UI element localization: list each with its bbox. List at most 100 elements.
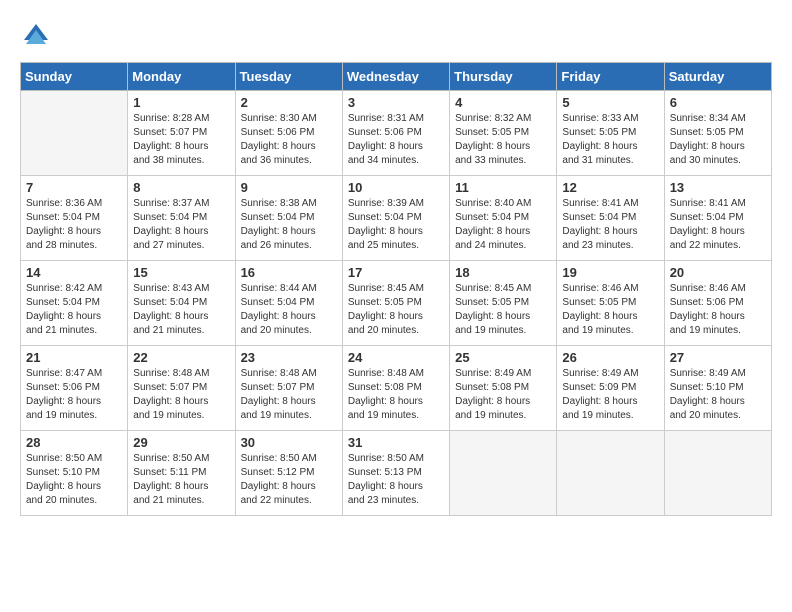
- day-info: Sunrise: 8:42 AM Sunset: 5:04 PM Dayligh…: [26, 282, 122, 338]
- week-row-5: 28 Sunrise: 8:50 AM Sunset: 5:10 PM Dayli…: [21, 431, 772, 516]
- day-info: Sunrise: 8:43 AM Sunset: 5:04 PM Dayligh…: [133, 282, 229, 338]
- day-number: 30: [241, 435, 337, 450]
- day-number: 7: [26, 180, 122, 195]
- day-cell: 4 Sunrise: 8:32 AM Sunset: 5:05 PM Daylig…: [450, 91, 557, 176]
- day-cell: 22 Sunrise: 8:48 AM Sunset: 5:07 PM Dayli…: [128, 346, 235, 431]
- day-number: 5: [562, 95, 658, 110]
- day-number: 16: [241, 265, 337, 280]
- day-number: 15: [133, 265, 229, 280]
- day-number: 28: [26, 435, 122, 450]
- day-cell: 18Sunrise: 8:45 AM Sunset: 5:05 PM Dayli…: [450, 261, 557, 346]
- day-info: Sunrise: 8:49 AM Sunset: 5:08 PM Dayligh…: [455, 367, 551, 423]
- day-cell: 24Sunrise: 8:48 AM Sunset: 5:08 PM Dayli…: [342, 346, 449, 431]
- day-number: 11: [455, 180, 551, 195]
- day-cell: 21 Sunrise: 8:47 AM Sunset: 5:06 PM Dayli…: [21, 346, 128, 431]
- day-info: Sunrise: 8:34 AM Sunset: 5:05 PM Dayligh…: [670, 112, 766, 168]
- day-cell: [21, 91, 128, 176]
- day-number: 31: [348, 435, 444, 450]
- day-number: 1: [133, 95, 229, 110]
- week-row-1: 1 Sunrise: 8:28 AM Sunset: 5:07 PM Daylig…: [21, 91, 772, 176]
- day-cell: 30Sunrise: 8:50 AM Sunset: 5:12 PM Dayli…: [235, 431, 342, 516]
- day-cell: [450, 431, 557, 516]
- logo: [20, 20, 56, 52]
- day-cell: 28 Sunrise: 8:50 AM Sunset: 5:10 PM Dayli…: [21, 431, 128, 516]
- day-number: 19: [562, 265, 658, 280]
- day-cell: 3 Sunrise: 8:31 AM Sunset: 5:06 PM Daylig…: [342, 91, 449, 176]
- calendar-table: SundayMondayTuesdayWednesdayThursdayFrid…: [20, 62, 772, 516]
- logo-icon: [20, 20, 52, 52]
- day-info: Sunrise: 8:41 AM Sunset: 5:04 PM Dayligh…: [670, 197, 766, 253]
- day-cell: 1 Sunrise: 8:28 AM Sunset: 5:07 PM Daylig…: [128, 91, 235, 176]
- day-cell: 25 Sunrise: 8:49 AM Sunset: 5:08 PM Dayli…: [450, 346, 557, 431]
- day-info: Sunrise: 8:50 AM Sunset: 5:13 PM Dayligh…: [348, 452, 444, 508]
- day-info: Sunrise: 8:31 AM Sunset: 5:06 PM Dayligh…: [348, 112, 444, 168]
- day-number: 14: [26, 265, 122, 280]
- header-wednesday: Wednesday: [342, 63, 449, 91]
- day-info: Sunrise: 8:48 AM Sunset: 5:07 PM Dayligh…: [133, 367, 229, 423]
- day-info: Sunrise: 8:28 AM Sunset: 5:07 PM Dayligh…: [133, 112, 229, 168]
- header-sunday: Sunday: [21, 63, 128, 91]
- day-info: Sunrise: 8:46 AM Sunset: 5:06 PM Dayligh…: [670, 282, 766, 338]
- day-cell: 7 Sunrise: 8:36 AM Sunset: 5:04 PM Daylig…: [21, 176, 128, 261]
- day-cell: [557, 431, 664, 516]
- page-header: [20, 20, 772, 52]
- day-number: 25: [455, 350, 551, 365]
- day-number: 10: [348, 180, 444, 195]
- day-info: Sunrise: 8:37 AM Sunset: 5:04 PM Dayligh…: [133, 197, 229, 253]
- day-info: Sunrise: 8:45 AM Sunset: 5:05 PM Dayligh…: [455, 282, 551, 338]
- day-cell: [664, 431, 771, 516]
- day-number: 8: [133, 180, 229, 195]
- day-number: 9: [241, 180, 337, 195]
- day-number: 3: [348, 95, 444, 110]
- day-cell: 26Sunrise: 8:49 AM Sunset: 5:09 PM Dayli…: [557, 346, 664, 431]
- day-cell: 2 Sunrise: 8:30 AM Sunset: 5:06 PM Daylig…: [235, 91, 342, 176]
- day-number: 13: [670, 180, 766, 195]
- day-number: 2: [241, 95, 337, 110]
- week-row-2: 7 Sunrise: 8:36 AM Sunset: 5:04 PM Daylig…: [21, 176, 772, 261]
- day-number: 27: [670, 350, 766, 365]
- day-info: Sunrise: 8:40 AM Sunset: 5:04 PM Dayligh…: [455, 197, 551, 253]
- day-number: 4: [455, 95, 551, 110]
- day-info: Sunrise: 8:32 AM Sunset: 5:05 PM Dayligh…: [455, 112, 551, 168]
- day-number: 22: [133, 350, 229, 365]
- header-tuesday: Tuesday: [235, 63, 342, 91]
- header-friday: Friday: [557, 63, 664, 91]
- day-cell: 15 Sunrise: 8:43 AM Sunset: 5:04 PM Dayli…: [128, 261, 235, 346]
- day-info: Sunrise: 8:39 AM Sunset: 5:04 PM Dayligh…: [348, 197, 444, 253]
- day-info: Sunrise: 8:44 AM Sunset: 5:04 PM Dayligh…: [241, 282, 337, 338]
- day-cell: 11 Sunrise: 8:40 AM Sunset: 5:04 PM Dayli…: [450, 176, 557, 261]
- day-number: 17: [348, 265, 444, 280]
- day-cell: 31 Sunrise: 8:50 AM Sunset: 5:13 PM Dayli…: [342, 431, 449, 516]
- day-cell: 20Sunrise: 8:46 AM Sunset: 5:06 PM Dayli…: [664, 261, 771, 346]
- day-info: Sunrise: 8:45 AM Sunset: 5:05 PM Dayligh…: [348, 282, 444, 338]
- day-number: 23: [241, 350, 337, 365]
- day-info: Sunrise: 8:50 AM Sunset: 5:11 PM Dayligh…: [133, 452, 229, 508]
- day-cell: 5 Sunrise: 8:33 AM Sunset: 5:05 PM Daylig…: [557, 91, 664, 176]
- day-cell: 16 Sunrise: 8:44 AM Sunset: 5:04 PM Dayli…: [235, 261, 342, 346]
- day-cell: 13 Sunrise: 8:41 AM Sunset: 5:04 PM Dayli…: [664, 176, 771, 261]
- day-number: 12: [562, 180, 658, 195]
- day-info: Sunrise: 8:49 AM Sunset: 5:10 PM Dayligh…: [670, 367, 766, 423]
- day-info: Sunrise: 8:33 AM Sunset: 5:05 PM Dayligh…: [562, 112, 658, 168]
- day-number: 29: [133, 435, 229, 450]
- calendar-header-row: SundayMondayTuesdayWednesdayThursdayFrid…: [21, 63, 772, 91]
- day-cell: 17 Sunrise: 8:45 AM Sunset: 5:05 PM Dayli…: [342, 261, 449, 346]
- day-number: 21: [26, 350, 122, 365]
- day-cell: 14 Sunrise: 8:42 AM Sunset: 5:04 PM Dayli…: [21, 261, 128, 346]
- header-thursday: Thursday: [450, 63, 557, 91]
- day-info: Sunrise: 8:50 AM Sunset: 5:10 PM Dayligh…: [26, 452, 122, 508]
- header-monday: Monday: [128, 63, 235, 91]
- day-cell: 19Sunrise: 8:46 AM Sunset: 5:05 PM Dayli…: [557, 261, 664, 346]
- day-info: Sunrise: 8:49 AM Sunset: 5:09 PM Dayligh…: [562, 367, 658, 423]
- day-info: Sunrise: 8:30 AM Sunset: 5:06 PM Dayligh…: [241, 112, 337, 168]
- week-row-4: 21 Sunrise: 8:47 AM Sunset: 5:06 PM Dayli…: [21, 346, 772, 431]
- day-number: 6: [670, 95, 766, 110]
- day-cell: 8 Sunrise: 8:37 AM Sunset: 5:04 PM Daylig…: [128, 176, 235, 261]
- day-cell: 27 Sunrise: 8:49 AM Sunset: 5:10 PM Dayli…: [664, 346, 771, 431]
- day-number: 24: [348, 350, 444, 365]
- day-info: Sunrise: 8:41 AM Sunset: 5:04 PM Dayligh…: [562, 197, 658, 253]
- day-cell: 9Sunrise: 8:38 AM Sunset: 5:04 PM Daylig…: [235, 176, 342, 261]
- day-info: Sunrise: 8:36 AM Sunset: 5:04 PM Dayligh…: [26, 197, 122, 253]
- day-info: Sunrise: 8:47 AM Sunset: 5:06 PM Dayligh…: [26, 367, 122, 423]
- week-row-3: 14 Sunrise: 8:42 AM Sunset: 5:04 PM Dayli…: [21, 261, 772, 346]
